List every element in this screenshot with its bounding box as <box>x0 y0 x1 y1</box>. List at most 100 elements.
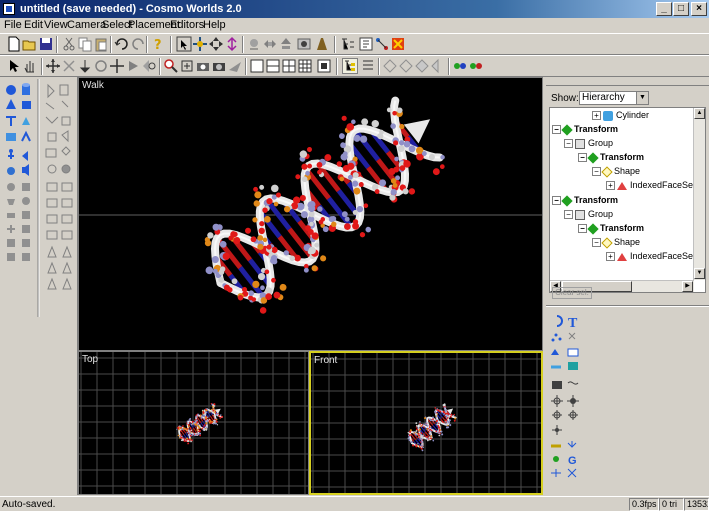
panel-divider <box>546 305 709 307</box>
diamond-icon[interactable] <box>398 58 414 74</box>
top-grid <box>79 352 308 494</box>
main-toolbar: ? <box>0 33 709 55</box>
menu-view[interactable]: View <box>44 19 68 31</box>
open-icon[interactable] <box>22 36 38 52</box>
tree-node[interactable]: − Shape <box>592 165 640 178</box>
shape-icon <box>601 236 613 249</box>
panel-grip[interactable] <box>546 77 709 86</box>
properties-icon[interactable] <box>358 36 374 52</box>
zoom-in-icon[interactable] <box>163 58 179 74</box>
title-bar: untitled (save needed) - Cosmo Worlds 2.… <box>0 0 709 18</box>
tree-node[interactable]: − Transform <box>552 194 618 207</box>
view-quad-icon[interactable] <box>281 58 297 74</box>
toolbar-separator <box>56 36 58 53</box>
menu-editors[interactable]: Editors <box>170 19 204 31</box>
fly-icon[interactable] <box>227 58 243 74</box>
clear-selection-button[interactable]: Clear sel. <box>552 287 592 299</box>
outline-icon[interactable] <box>340 36 356 52</box>
tree-node[interactable]: − Transform <box>578 222 644 235</box>
view-double-icon[interactable] <box>265 58 281 74</box>
rotate-free-icon[interactable] <box>93 58 109 74</box>
clip-icon[interactable] <box>109 58 125 74</box>
redo-icon[interactable] <box>130 36 146 52</box>
menu-camera[interactable]: Camera <box>67 19 106 31</box>
dolly-icon[interactable] <box>195 58 211 74</box>
camera-walk-icon[interactable] <box>246 36 262 52</box>
viewport-top[interactable]: Top <box>78 351 309 495</box>
tree-node[interactable]: + Cylinder <box>592 109 649 121</box>
chevron-down-icon[interactable]: ▼ <box>636 92 648 104</box>
help-icon[interactable]: ? <box>150 36 166 53</box>
menu-bar: File Edit View Camera Select Placement E… <box>0 18 709 33</box>
snap-grid-icon[interactable] <box>468 58 484 74</box>
scroll-down-icon[interactable]: ▼ <box>694 268 705 279</box>
play-icon[interactable] <box>125 58 141 74</box>
group-icon <box>575 209 585 220</box>
zoom-out-icon[interactable] <box>179 58 195 74</box>
tree-node[interactable]: − Transform <box>552 123 618 136</box>
save-icon[interactable] <box>38 36 54 52</box>
copy-icon[interactable] <box>77 36 93 52</box>
hierarchy-icon[interactable] <box>342 58 358 74</box>
menu-edit[interactable]: Edit <box>24 19 43 31</box>
scene-graph-tree[interactable]: + Cylinder − Transform − Group − Transform −… <box>549 107 706 293</box>
undo-icon[interactable] <box>114 36 130 52</box>
view-single-icon[interactable] <box>249 58 265 74</box>
toolbar-separator <box>334 36 336 53</box>
view-grid-icon[interactable] <box>297 58 313 74</box>
show-dropdown[interactable]: Hierarchy ▼ <box>579 91 649 105</box>
rotate-icon[interactable] <box>208 36 224 52</box>
menu-file[interactable]: File <box>4 19 22 31</box>
tree-node[interactable]: + IndexedFaceSet <box>606 179 696 191</box>
svg-text:?: ? <box>154 38 162 52</box>
camera-tilt-icon[interactable] <box>278 36 294 52</box>
new-icon[interactable] <box>6 36 22 52</box>
minimize-button[interactable]: _ <box>656 2 672 16</box>
scale-icon[interactable] <box>224 36 240 52</box>
cut-icon[interactable] <box>61 36 77 52</box>
tree-node[interactable]: − Shape <box>592 236 640 249</box>
arrow-left-icon[interactable] <box>430 58 446 74</box>
scroll-up-icon[interactable]: ▲ <box>694 108 705 119</box>
select-icon[interactable] <box>6 58 22 74</box>
group-icon <box>575 138 585 149</box>
cone-icon <box>6 99 16 109</box>
paste-icon[interactable] <box>93 36 109 52</box>
preview-icon[interactable] <box>141 58 157 74</box>
menu-help[interactable]: Help <box>203 19 226 31</box>
status-message: Auto-saved. <box>2 499 56 510</box>
triangle-count: 0 tri <box>659 498 684 511</box>
hand-icon[interactable] <box>22 58 38 74</box>
app-icon[interactable] <box>3 3 15 15</box>
diamond-fill-icon[interactable] <box>414 58 430 74</box>
move-icon[interactable] <box>192 36 208 52</box>
tree-node[interactable]: − Group <box>564 208 613 220</box>
scroll-right-icon[interactable]: ▶ <box>682 281 693 292</box>
toolbar-separator <box>170 36 172 53</box>
tree-vertical-scrollbar[interactable]: ▲ ▼ <box>693 108 705 280</box>
snap-icon[interactable] <box>452 58 468 74</box>
camera-zoom-icon[interactable] <box>314 36 330 52</box>
close-button[interactable]: × <box>691 2 707 16</box>
viewport-walk[interactable]: Walk <box>78 77 543 351</box>
ground-icon[interactable] <box>77 58 93 74</box>
align-icon[interactable] <box>382 58 398 74</box>
ifs-icon <box>617 181 627 190</box>
translate-icon[interactable] <box>45 58 61 74</box>
list-icon[interactable] <box>360 58 376 74</box>
viewport-front[interactable]: Front <box>309 351 543 495</box>
seek-icon[interactable] <box>211 58 227 74</box>
tree-node[interactable]: − Group <box>564 137 613 149</box>
pointer-select-icon[interactable] <box>176 36 192 52</box>
tree-node[interactable]: − Transform <box>578 151 644 164</box>
route-icon[interactable] <box>374 36 390 52</box>
rotate-axis-icon[interactable] <box>61 58 77 74</box>
tree-node[interactable]: + IndexedFaceSet <box>606 250 696 262</box>
view-center-icon[interactable] <box>316 58 332 74</box>
toolbar-separator <box>242 36 244 53</box>
edit-toolbar <box>0 55 709 77</box>
script-icon[interactable] <box>390 36 406 52</box>
camera-orbit-icon[interactable] <box>296 36 312 52</box>
maximize-button[interactable]: □ <box>673 2 689 16</box>
camera-pan-icon[interactable] <box>262 36 278 52</box>
